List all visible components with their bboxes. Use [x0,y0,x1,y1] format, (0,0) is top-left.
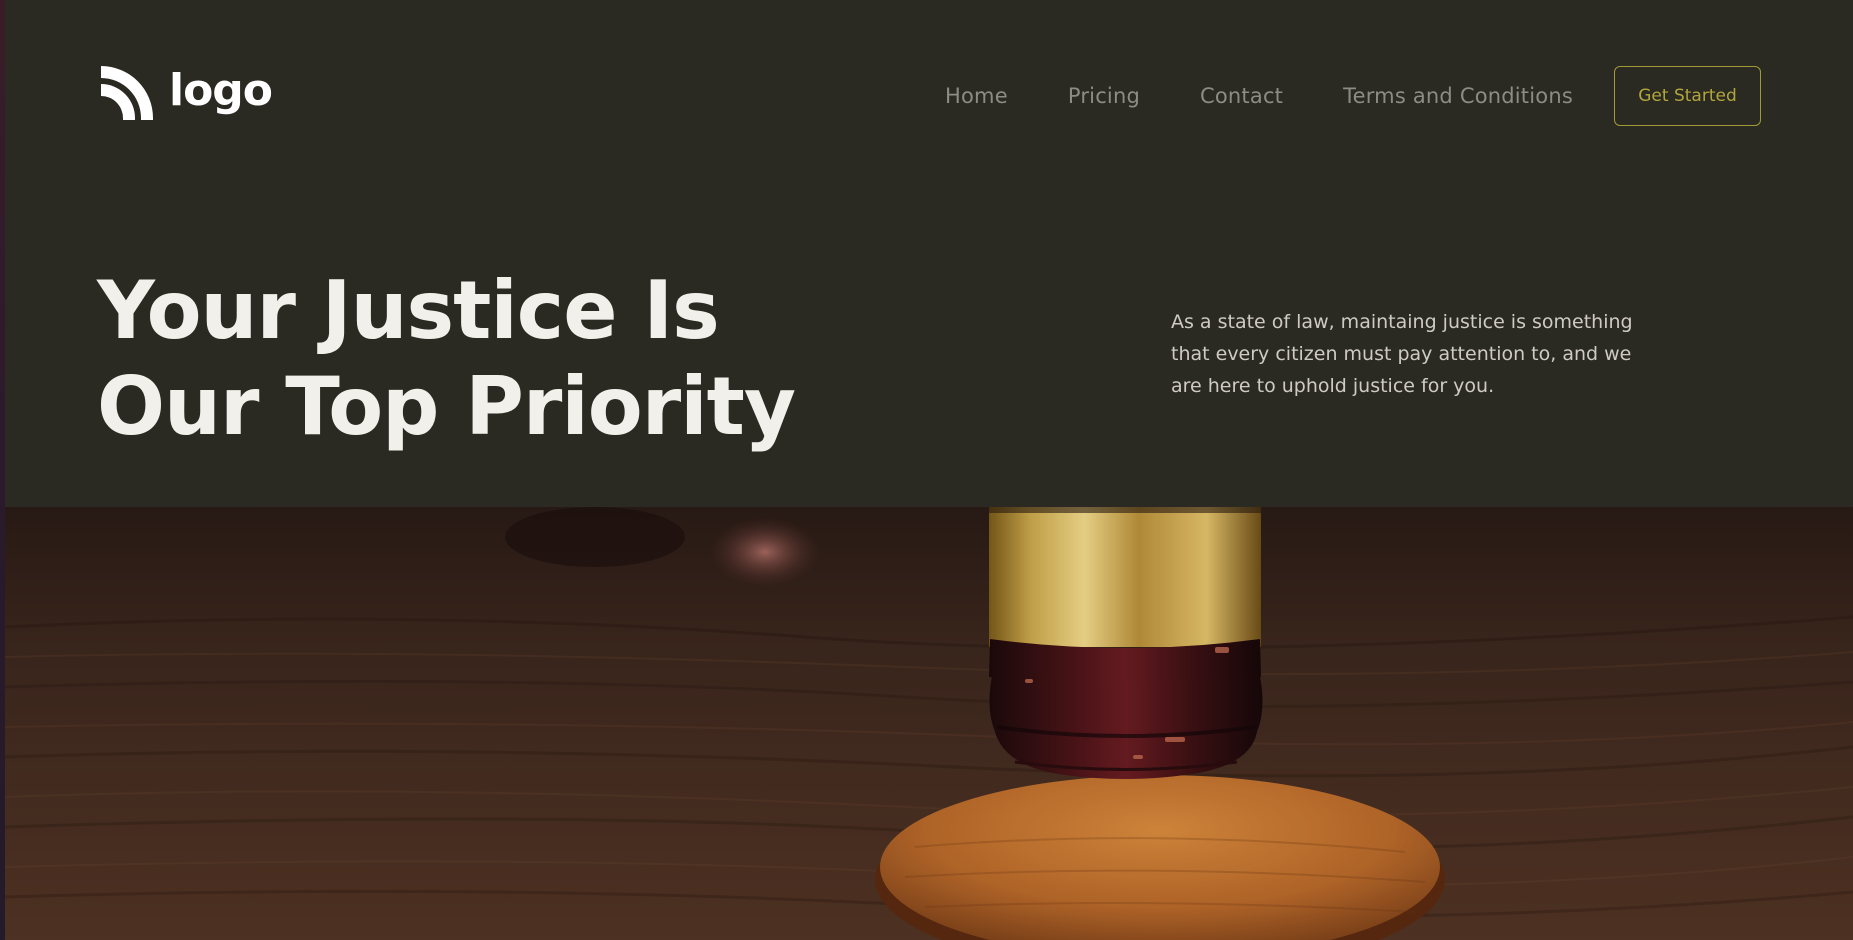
hero-description: As a state of law, maintaing justice is … [1171,311,1633,397]
hero-gavel-image [5,507,1853,940]
nav-pricing[interactable]: Pricing [1068,84,1140,108]
nav-home[interactable]: Home [945,84,1008,108]
hero-title-line1: Your Justice Is [97,264,720,357]
nav-terms[interactable]: Terms and Conditions [1343,84,1573,108]
logo-text: logo [169,65,273,116]
logo[interactable]: logo [97,64,273,122]
hero-title: Your Justice Is Our Top Priority [97,263,797,455]
nav-contact[interactable]: Contact [1200,84,1283,108]
main-nav: Home Pricing Contact Terms and Condition… [945,84,1573,108]
get-started-button[interactable]: Get Started [1614,66,1761,126]
gavel-illustration [5,507,1853,940]
landing-page: logo Home Pricing Contact Terms and Cond… [0,0,1853,940]
hero-title-line2: Our Top Priority [97,360,796,453]
logo-icon [101,66,153,120]
